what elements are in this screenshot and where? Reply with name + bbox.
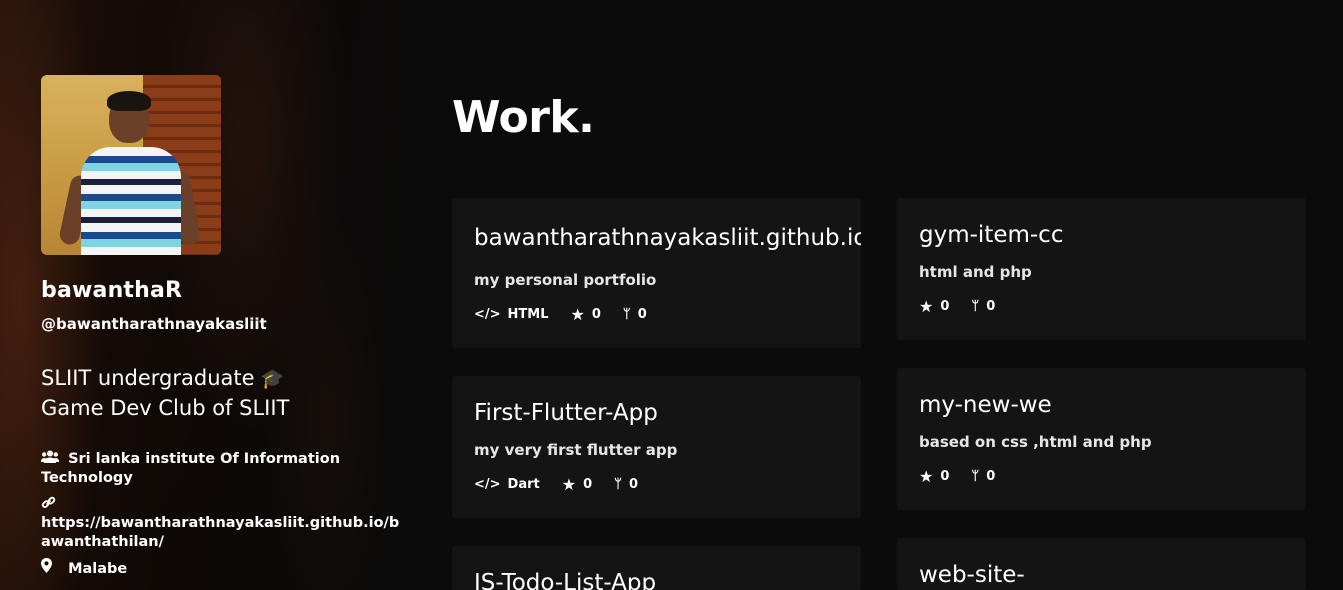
repo-meta: ★ 0 ᛘ0 <box>919 467 1017 486</box>
repo-forks: 0 <box>986 299 996 314</box>
repo-stars: 0 <box>591 307 601 322</box>
star-icon: ★ <box>919 297 934 316</box>
fork-icon: ᛘ <box>971 469 980 484</box>
repo-description: my very first flutter app <box>474 441 678 459</box>
repo-meta: ★ 0 ᛘ0 <box>919 297 1017 316</box>
code-icon: </> <box>474 307 501 322</box>
organization-text: Sri lanka institute Of Information Techn… <box>41 451 341 486</box>
star-icon: ★ <box>570 305 585 324</box>
repo-card[interactable]: web-site- <box>897 538 1306 590</box>
repo-stars: 0 <box>583 477 593 492</box>
star-icon: ★ <box>919 467 934 486</box>
repo-meta: </> Dart ★ 0 ᛘ0 <box>474 475 660 494</box>
repo-card[interactable]: JS-Todo-List-App <box>452 546 861 590</box>
repo-stars: 0 <box>940 299 950 314</box>
users-icon <box>41 450 63 469</box>
graduation-cap-icon: 🎓 <box>260 368 285 390</box>
repo-description: html and php <box>919 263 1032 281</box>
page: bawanthaR @bawantharathnayakasliit SLIIT… <box>0 0 1343 590</box>
profile-bio: SLIIT undergraduate 🎓 Game Dev Club of SL… <box>41 364 401 423</box>
repo-card[interactable]: First-Flutter-App my very first flutter … <box>452 376 861 518</box>
repo-title[interactable]: bawantharathnayakasliit.github.io <box>474 225 861 251</box>
bio-line-1: SLIIT undergraduate <box>41 366 255 390</box>
repo-card[interactable]: bawantharathnayakasliit.github.io my per… <box>452 198 861 348</box>
repo-card[interactable]: gym-item-cc html and php ★ 0 ᛘ0 <box>897 198 1306 340</box>
repo-language: Dart <box>507 477 540 492</box>
bio-line-2: Game Dev Club of SLIIT <box>41 396 290 420</box>
repo-description: based on css ,html and php <box>919 433 1152 451</box>
repo-language: HTML <box>507 307 549 322</box>
profile-handle[interactable]: @bawantharathnayakasliit <box>41 315 267 333</box>
work-section-title: Work. <box>452 92 595 143</box>
link-icon <box>41 495 401 516</box>
repo-meta: </> HTML ★ 0 ᛘ0 <box>474 305 669 324</box>
map-marker-icon <box>41 558 63 579</box>
profile-organization: Sri lanka institute Of Information Techn… <box>41 450 401 488</box>
repo-stars: 0 <box>940 469 950 484</box>
repo-forks: 0 <box>986 469 996 484</box>
repo-title[interactable]: my-new-we <box>919 392 1069 418</box>
profile-name: bawanthaR <box>41 278 183 303</box>
fork-icon: ᛘ <box>614 477 622 492</box>
repo-forks: 0 <box>637 307 647 322</box>
profile-sidebar: bawanthaR @bawantharathnayakasliit SLIIT… <box>0 0 420 590</box>
repo-title[interactable]: gym-item-cc <box>919 222 1084 248</box>
repo-description: my personal portfolio <box>474 271 657 289</box>
fork-icon: ᛘ <box>971 299 980 314</box>
location-text: Malabe <box>68 561 128 577</box>
repo-card[interactable]: my-new-we based on css ,html and php ★ 0 … <box>897 368 1306 510</box>
profile-location: Malabe <box>41 558 401 579</box>
avatar <box>41 75 221 255</box>
repo-title[interactable]: First-Flutter-App <box>474 400 669 426</box>
repo-title[interactable]: web-site- <box>919 562 1049 588</box>
fork-icon: ᛘ <box>622 307 631 322</box>
repo-forks: 0 <box>628 477 638 492</box>
code-icon: </> <box>474 477 501 492</box>
repo-title[interactable]: JS-Todo-List-App <box>474 570 684 590</box>
profile-website-link[interactable]: https://bawantharathnayakasliit.github.i… <box>41 514 401 552</box>
star-icon: ★ <box>561 475 577 494</box>
